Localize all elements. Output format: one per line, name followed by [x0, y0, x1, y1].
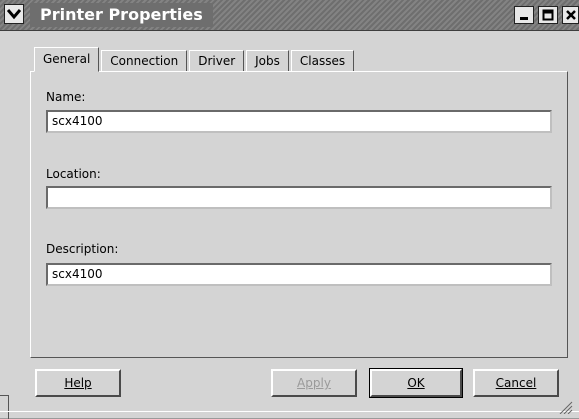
tab-widget: General Connection Driver Jobs Classes N… — [28, 44, 568, 358]
help-button-label: Help — [64, 376, 92, 390]
minimize-icon — [520, 17, 528, 20]
tab-bar: General Connection Driver Jobs Classes — [34, 47, 356, 72]
window-title: Printer Properties — [30, 3, 213, 27]
general-tab-panel: Name: scx4100 Location: Description: scx… — [30, 71, 568, 358]
tab-driver[interactable]: Driver — [189, 50, 245, 71]
chevron-down-icon — [7, 9, 21, 20]
help-button[interactable]: Help — [35, 369, 121, 397]
close-button[interactable] — [562, 6, 579, 24]
close-icon — [565, 10, 576, 20]
window-menu-button[interactable] — [4, 4, 24, 24]
tab-general[interactable]: General — [34, 47, 100, 72]
description-field[interactable]: scx4100 — [46, 263, 552, 286]
ok-button[interactable]: OK — [369, 368, 463, 398]
name-label: Name: — [46, 90, 86, 104]
maximize-icon — [542, 9, 554, 21]
title-bar[interactable]: Printer Properties — [0, 0, 579, 31]
location-field[interactable] — [46, 186, 552, 209]
apply-button[interactable]: Apply — [271, 369, 357, 397]
apply-button-label: Apply — [297, 376, 331, 390]
cancel-button-label: Cancel — [495, 376, 537, 390]
tab-classes[interactable]: Classes — [290, 50, 355, 71]
minimize-button[interactable] — [514, 6, 534, 24]
cancel-button[interactable]: Cancel — [473, 369, 559, 397]
tab-jobs[interactable]: Jobs — [246, 50, 289, 71]
description-label: Description: — [46, 242, 119, 256]
printer-properties-window: Printer Properties General Connection Dr… — [0, 0, 579, 419]
tab-connection[interactable]: Connection — [101, 50, 188, 71]
location-label: Location: — [46, 167, 101, 181]
maximize-button[interactable] — [538, 6, 558, 24]
resize-grip-icon[interactable] — [555, 400, 573, 414]
name-field[interactable]: scx4100 — [46, 110, 552, 133]
ok-button-label: OK — [407, 376, 425, 390]
